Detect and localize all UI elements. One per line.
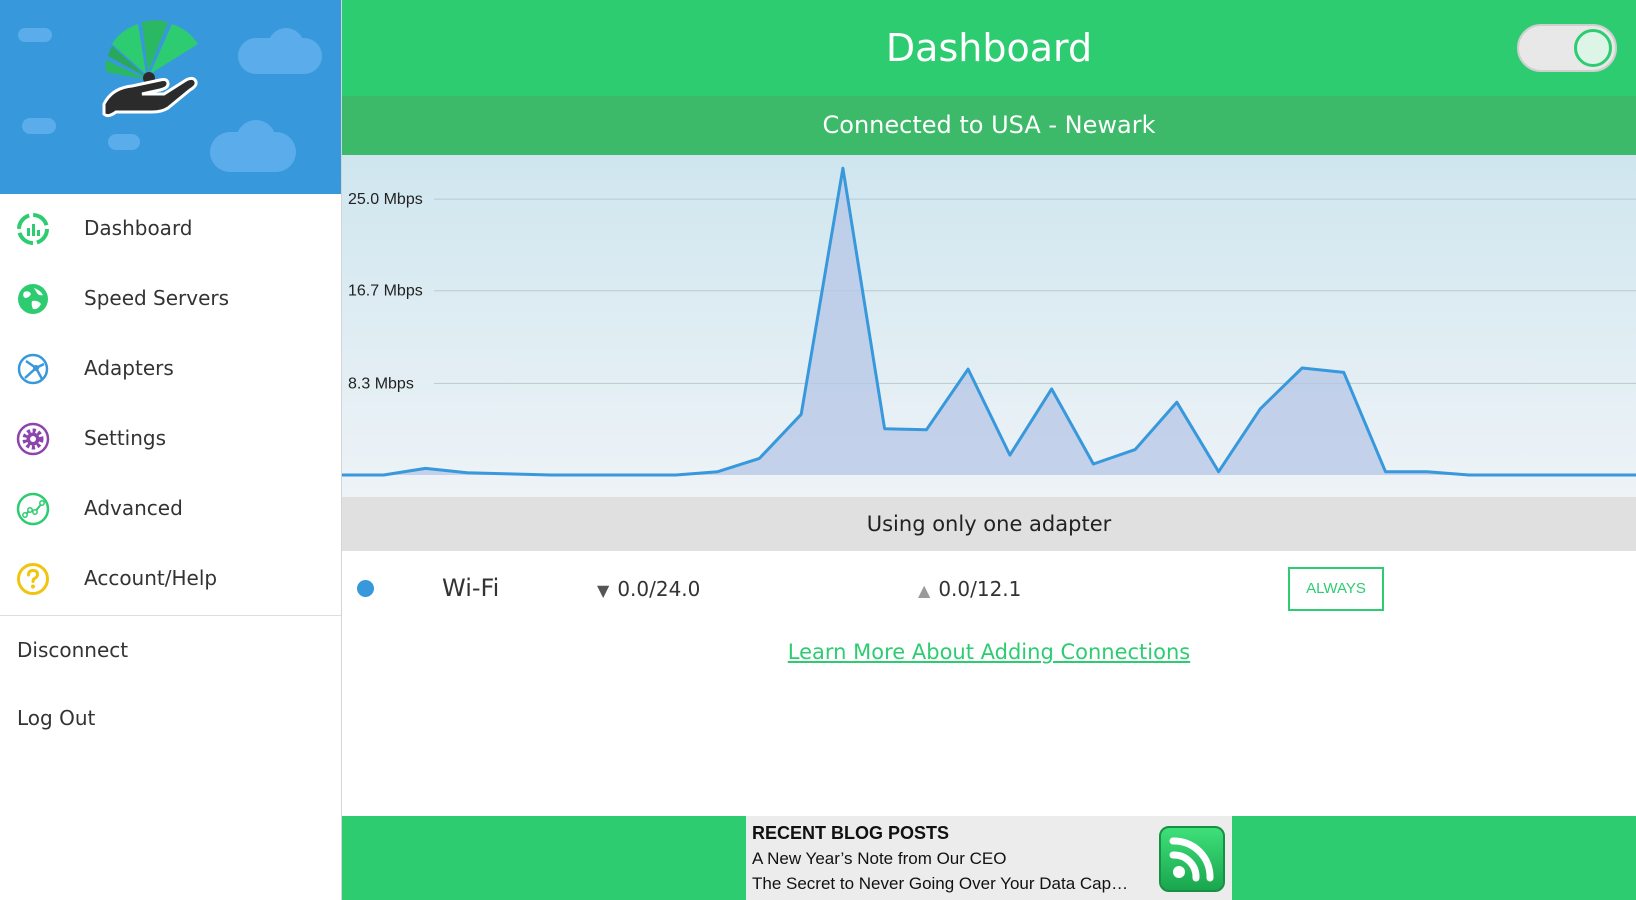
blog-posts-panel: RECENT BLOG POSTS A New Year’s Note from… bbox=[746, 816, 1232, 900]
connection-status-bar: Connected to USA - Newark bbox=[342, 96, 1636, 155]
y-tick-label: 25.0 Mbps bbox=[348, 191, 423, 208]
logout-link[interactable]: Log Out bbox=[17, 704, 95, 732]
connection-status-text: Connected to USA - Newark bbox=[822, 111, 1156, 139]
upload-arrow-icon: ▲ bbox=[918, 581, 931, 600]
blog-post-link[interactable]: A New Year’s Note from Our CEO bbox=[752, 848, 1152, 870]
blog-posts-title: RECENT BLOG POSTS bbox=[752, 823, 950, 843]
download-rate-value: 0.0/24.0 bbox=[617, 577, 701, 601]
main-panel: Dashboard Connected to USA - Newark 25.0… bbox=[342, 0, 1636, 900]
decorative-cloud bbox=[22, 118, 56, 134]
upload-rate-value: 0.0/12.1 bbox=[938, 577, 1022, 601]
blog-post-link[interactable]: The Secret to Never Going Over Your Data… bbox=[752, 873, 1152, 895]
dashboard-icon bbox=[17, 213, 49, 245]
sidebar-item-label: Advanced bbox=[84, 496, 183, 520]
sidebar-item-dashboard[interactable]: Dashboard bbox=[0, 194, 341, 264]
page-title: Dashboard bbox=[885, 26, 1093, 70]
adapter-status-text: Using only one adapter bbox=[866, 512, 1112, 536]
gear-icon bbox=[16, 422, 50, 456]
sidebar-item-label: Settings bbox=[84, 426, 167, 450]
header-bar: Dashboard bbox=[342, 0, 1636, 96]
sidebar-item-account-help[interactable]: Account/Help bbox=[0, 544, 341, 614]
sidebar: Dashboard Speed Servers Adapters Setting… bbox=[0, 0, 342, 900]
sidebar-item-label: Account/Help bbox=[84, 566, 218, 590]
footer-bar: RECENT BLOG POSTS A New Year’s Note from… bbox=[342, 816, 1636, 900]
sidebar-item-label: Adapters bbox=[84, 356, 174, 380]
globe-icon bbox=[18, 284, 48, 314]
bandwidth-chart-svg: 25.0 Mbps 16.7 Mbps 8.3 Mbps bbox=[342, 155, 1636, 497]
app-logo bbox=[102, 20, 198, 118]
adapter-status-dot bbox=[357, 580, 374, 597]
bandwidth-chart: 25.0 Mbps 16.7 Mbps 8.3 Mbps bbox=[342, 155, 1636, 497]
help-icon bbox=[17, 563, 49, 595]
adapter-row: Wi-Fi ▼ 0.0/24.0 ▲ 0.0/12.1 ALWAYS bbox=[342, 560, 1636, 616]
disconnect-link[interactable]: Disconnect bbox=[17, 636, 128, 664]
rss-feed-button[interactable] bbox=[1159, 826, 1225, 892]
sidebar-item-advanced[interactable]: Advanced bbox=[0, 474, 341, 544]
upload-rate: ▲ 0.0/12.1 bbox=[918, 575, 1021, 605]
rss-icon bbox=[1169, 837, 1214, 882]
decorative-cloud bbox=[18, 28, 52, 42]
sidebar-item-adapters[interactable]: Adapters bbox=[0, 334, 341, 404]
y-tick-label: 16.7 Mbps bbox=[348, 283, 423, 300]
y-tick-label: 8.3 Mbps bbox=[348, 375, 414, 392]
download-arrow-icon: ▼ bbox=[597, 581, 610, 600]
sidebar-item-settings[interactable]: Settings bbox=[0, 404, 341, 474]
sidebar-item-label: Speed Servers bbox=[84, 286, 230, 310]
learn-more-link[interactable]: Learn More About Adding Connections bbox=[788, 640, 1190, 664]
toggle-knob bbox=[1574, 29, 1612, 67]
decorative-cloud bbox=[268, 28, 304, 64]
brand-header bbox=[0, 0, 341, 194]
decorative-cloud bbox=[236, 120, 276, 160]
sidebar-item-speed-servers[interactable]: Speed Servers bbox=[0, 264, 341, 334]
decorative-cloud bbox=[108, 134, 140, 150]
network-icon bbox=[17, 353, 49, 385]
learn-more-container: Learn More About Adding Connections bbox=[342, 640, 1636, 664]
sidebar-divider bbox=[0, 615, 341, 616]
connection-toggle[interactable] bbox=[1517, 24, 1617, 72]
adapter-status-banner: Using only one adapter bbox=[342, 497, 1636, 551]
graph-icon bbox=[16, 492, 50, 526]
adapter-mode-button[interactable]: ALWAYS bbox=[1288, 567, 1384, 611]
adapter-name: Wi-Fi bbox=[442, 574, 500, 602]
sidebar-item-label: Dashboard bbox=[84, 216, 193, 240]
download-rate: ▼ 0.0/24.0 bbox=[597, 575, 700, 605]
